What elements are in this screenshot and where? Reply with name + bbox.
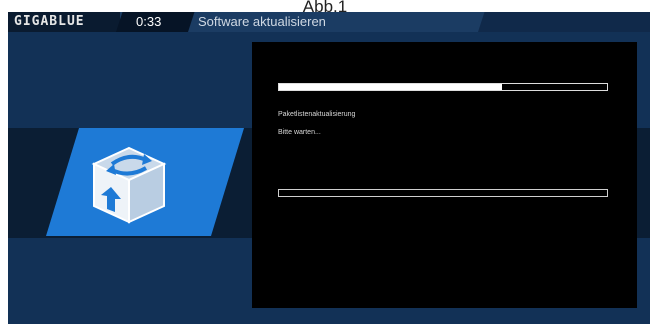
wait-text: Bitte warten... [278, 129, 321, 136]
update-progress-bar [278, 83, 608, 91]
page-title: Software aktualisieren [198, 14, 326, 29]
header-decoration [478, 12, 650, 32]
status-text: Paketlistenaktualisierung [278, 111, 356, 118]
brand-logo: GIGABLUE [14, 14, 85, 29]
tv-screen: GIGABLUE 0:33 Software aktualisieren Pak… [8, 12, 650, 324]
header-bar: GIGABLUE 0:33 Software aktualisieren [8, 12, 650, 32]
secondary-progress-bar [278, 189, 608, 197]
software-update-box-icon [84, 142, 174, 228]
update-progress-fill [279, 84, 503, 90]
update-dialog: Paketlistenaktualisierung Bitte warten..… [252, 42, 637, 308]
logo-area: GIGABLUE [8, 12, 120, 32]
clock-time: 0:33 [136, 14, 162, 29]
